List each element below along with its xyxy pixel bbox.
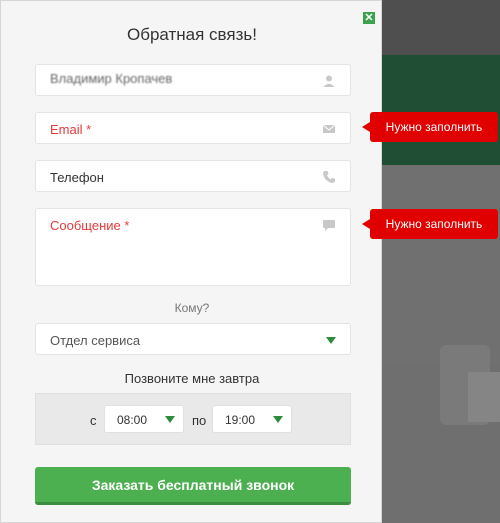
name-value: Владимир Кропачев [50,71,173,86]
email-field[interactable]: Email * [35,112,351,144]
user-icon [323,75,335,87]
to-label: Кому? [174,301,210,315]
envelope-icon [322,124,336,133]
chevron-down-icon [165,416,175,423]
to-time-value: 19:00 [225,413,256,427]
modal-title: Обратная связь! [127,25,257,44]
phone-icon [323,171,335,183]
to-time-select[interactable]: 19:00 [212,405,292,433]
feedback-modal: ✕ Обратная связь! Владимир Кропачев Emai… [0,0,382,523]
department-value: Отдел сервиса [50,333,141,348]
name-field[interactable]: Владимир Кропачев [35,64,351,96]
message-error-tooltip: Нужно заполнить [362,209,498,239]
phone-field[interactable]: Телефон [35,160,351,192]
callback-label: Позвоните мне завтра [124,371,260,386]
time-range: с 08:00 по 19:00 [35,393,351,445]
from-time-value: 08:00 [117,413,148,427]
email-placeholder: Email * [50,122,92,137]
from-time-select[interactable]: 08:00 [104,405,184,433]
from-word: с [90,413,97,428]
chat-bubble-icon [323,220,335,231]
phone-placeholder: Телефон [50,170,104,185]
to-word: по [192,413,207,428]
email-error-tooltip: Нужно заполнить [362,112,498,142]
chevron-down-icon [273,416,283,423]
close-icon[interactable]: ✕ [363,12,375,24]
message-placeholder: Сообщение * [50,218,130,233]
chevron-down-icon [326,337,336,344]
message-field[interactable]: Сообщение * [35,208,351,286]
department-select[interactable]: Отдел сервиса [35,323,351,355]
submit-button[interactable]: Заказать бесплатный звонок [35,467,351,505]
